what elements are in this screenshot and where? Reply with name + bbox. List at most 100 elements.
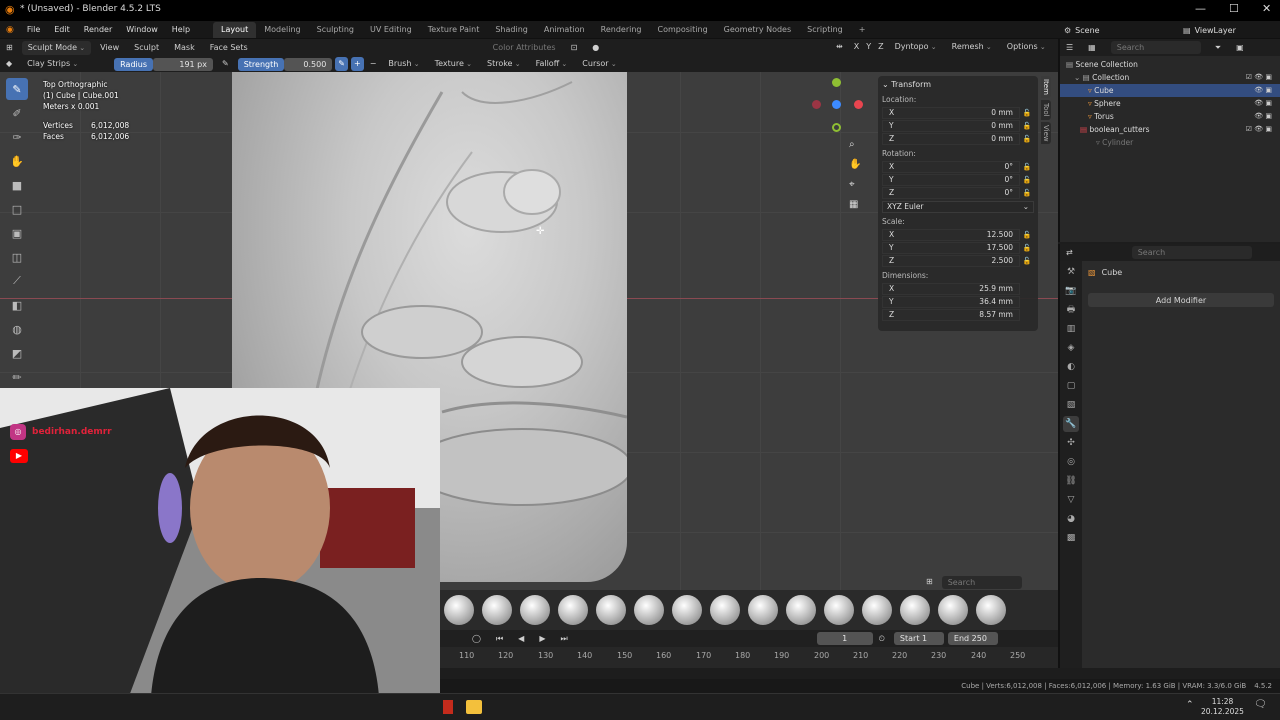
tab-shading[interactable]: Shading: [487, 22, 536, 38]
brush-thumb[interactable]: [672, 595, 702, 625]
outliner-row-sphere[interactable]: ▿ Sphere 👁 ▣: [1060, 97, 1280, 110]
properties-editor-icon[interactable]: ⇄: [1060, 246, 1079, 260]
gizmo-x-icon[interactable]: [854, 100, 863, 109]
brush-thumb[interactable]: [938, 595, 968, 625]
dimensions-y-row[interactable]: Y 36.4 mm: [882, 295, 1034, 308]
scale-z-row[interactable]: Z 2.500 🔓: [882, 254, 1034, 267]
tab-uv-editing[interactable]: UV Editing: [362, 22, 420, 38]
tray-chevron-icon[interactable]: ⌃: [1186, 700, 1194, 710]
editor-type-icon[interactable]: ⊞: [0, 41, 19, 55]
stroke-menu[interactable]: Stroke: [481, 57, 527, 71]
radius-field[interactable]: 191 px: [152, 57, 213, 71]
cursor-menu[interactable]: Cursor: [576, 57, 622, 71]
color-filter-tool-icon[interactable]: ◩: [6, 342, 28, 364]
draw-tool-icon[interactable]: ✎: [6, 78, 28, 100]
tab-layout[interactable]: Layout: [213, 21, 257, 38]
radius-pressure-icon[interactable]: ✎: [216, 57, 235, 71]
brush-thumb[interactable]: [444, 595, 474, 625]
add-workspace-icon[interactable]: +: [851, 22, 874, 38]
menu-window[interactable]: Window: [119, 21, 165, 39]
current-frame-field[interactable]: 1: [816, 632, 873, 645]
start-frame-field[interactable]: Start 1: [893, 632, 944, 645]
tab-sculpting[interactable]: Sculpting: [309, 22, 362, 38]
menu-face-sets[interactable]: Face Sets: [204, 41, 254, 55]
cloth-filter-tool-icon[interactable]: ◍: [6, 318, 28, 340]
zoom-icon[interactable]: ⌕: [849, 135, 861, 155]
direction-add-icon[interactable]: +: [351, 57, 364, 71]
auto-key-icon[interactable]: ◯: [466, 632, 487, 646]
direction-subtract-icon[interactable]: −: [367, 57, 380, 71]
end-frame-field[interactable]: End 250: [947, 632, 998, 645]
tab-item[interactable]: Item: [1041, 76, 1051, 98]
shelf-grid-icon[interactable]: ⊞: [920, 575, 939, 589]
tool-icon[interactable]: ⚒: [1063, 264, 1079, 280]
output-icon[interactable]: 🖶: [1063, 302, 1079, 318]
color-attributes-menu[interactable]: Color Attributes: [487, 41, 562, 55]
gizmo-neg-x-icon[interactable]: [812, 100, 821, 109]
render-icon[interactable]: 📷: [1063, 283, 1079, 299]
physics-icon[interactable]: ◎: [1063, 454, 1079, 470]
tab-view[interactable]: View: [1041, 121, 1051, 145]
strength-label[interactable]: Strength: [237, 57, 285, 71]
menu-render[interactable]: Render: [77, 21, 119, 39]
texture-icon[interactable]: ▩: [1063, 530, 1079, 546]
particles-icon[interactable]: ✣: [1063, 435, 1079, 451]
shading-icon[interactable]: ●: [586, 41, 605, 55]
tab-rendering[interactable]: Rendering: [593, 22, 650, 38]
axis-y-toggle[interactable]: Y: [864, 40, 873, 54]
brush-thumb[interactable]: [862, 595, 892, 625]
location-z-row[interactable]: Z0 mm 🔓: [882, 132, 1034, 145]
brush-thumb[interactable]: [558, 595, 588, 625]
brush-thumb[interactable]: [976, 595, 1006, 625]
outliner-search[interactable]: Search: [1110, 41, 1201, 54]
brush-thumb[interactable]: [710, 595, 740, 625]
brush-thumb[interactable]: [482, 595, 512, 625]
menu-sculpt[interactable]: Sculpt: [128, 41, 165, 55]
menu-mask[interactable]: Mask: [168, 41, 201, 55]
location-y-row[interactable]: Y0 mm 🔓: [882, 119, 1034, 132]
strength-pressure-icon[interactable]: ✎: [335, 57, 348, 71]
mode-selector[interactable]: Sculpt Mode: [21, 40, 92, 55]
blender-menu-icon[interactable]: ◉: [0, 25, 20, 35]
axis-x-toggle[interactable]: X: [852, 40, 861, 54]
box-hide-tool-icon[interactable]: □: [6, 198, 28, 220]
lock-icon[interactable]: 🔓: [1020, 135, 1034, 143]
brush-thumb[interactable]: [520, 595, 550, 625]
add-modifier-button[interactable]: Add Modifier: [1088, 293, 1274, 307]
view-layer-icon[interactable]: ▥: [1063, 321, 1079, 337]
jump-start-icon[interactable]: ⏮: [490, 632, 509, 646]
lock-icon[interactable]: 🔓: [1020, 109, 1034, 117]
dimensions-x-row[interactable]: X 25.9 mm: [882, 282, 1034, 295]
tab-tool[interactable]: Tool: [1041, 99, 1051, 120]
collection-icon[interactable]: ▢: [1063, 378, 1079, 394]
strength-field[interactable]: 0.500: [284, 57, 333, 71]
dimensions-z-row[interactable]: Z 8.57 mm: [882, 308, 1034, 321]
transform-header[interactable]: ⌄ Transform: [882, 79, 1034, 91]
tab-geometry-nodes[interactable]: Geometry Nodes: [716, 22, 799, 38]
brush-thumb[interactable]: [634, 595, 664, 625]
menu-help[interactable]: Help: [165, 21, 197, 39]
pan-icon[interactable]: ✋: [849, 155, 861, 175]
preview-range-icon[interactable]: ⏲: [873, 632, 891, 646]
close-icon[interactable]: ✕: [1262, 2, 1271, 15]
material-icon[interactable]: ◕: [1063, 511, 1079, 527]
lock-icon[interactable]: 🔓: [1020, 122, 1034, 130]
outliner-row-cube[interactable]: ▿ Cube 👁 ▣: [1060, 84, 1280, 97]
play-reverse-icon[interactable]: ◀: [512, 632, 530, 646]
timeline[interactable]: 110 120 130 140 150 160 170 180 190 200 …: [440, 647, 1058, 668]
brush-thumb[interactable]: [748, 595, 778, 625]
lock-icon[interactable]: 🔓: [1020, 176, 1034, 184]
brush-thumb[interactable]: [824, 595, 854, 625]
grab-tool-icon[interactable]: ✋: [6, 150, 28, 172]
scale-y-row[interactable]: Y 17.500 🔓: [882, 241, 1034, 254]
menu-file[interactable]: File: [20, 21, 47, 39]
draw-sharp-tool-icon[interactable]: ✐: [6, 102, 28, 124]
options-menu[interactable]: Options: [1001, 40, 1052, 54]
outliner-row-scene-collection[interactable]: ▤ Scene Collection: [1060, 58, 1280, 71]
tab-modeling[interactable]: Modeling: [256, 22, 308, 38]
lock-icon[interactable]: 🔓: [1020, 163, 1034, 171]
navigation-gizmo[interactable]: [812, 78, 863, 138]
dyntopo-menu[interactable]: Dyntopo: [889, 40, 943, 54]
texture-menu[interactable]: Texture: [429, 57, 478, 71]
trim-tool-icon[interactable]: ◫: [6, 246, 28, 268]
